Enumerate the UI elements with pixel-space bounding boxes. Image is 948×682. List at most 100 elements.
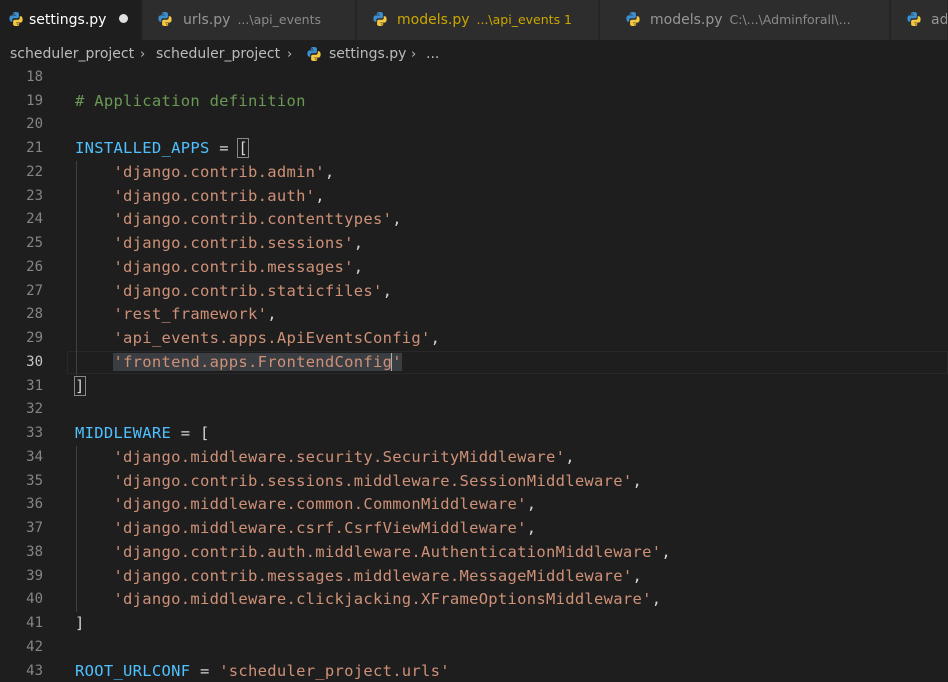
breadcrumb: scheduler_project › scheduler_project › …	[0, 40, 948, 69]
code-token: ,	[382, 281, 393, 300]
code-token: [	[199, 424, 210, 443]
code-token: 'frontend.apps.FrontendConfig	[113, 352, 393, 371]
code-line[interactable]: 27 'django.contrib.staticfiles',	[0, 279, 948, 304]
code-text: 'django.contrib.sessions.middleware.Sess…	[75, 470, 642, 494]
code-token: ,	[353, 257, 364, 276]
line-number: 27	[26, 282, 43, 299]
line-number: 28	[26, 306, 43, 323]
code-token: MIDDLEWARE	[75, 424, 172, 443]
line-number: 25	[26, 235, 43, 252]
breadcrumb-item-symbol[interactable]: ...	[426, 40, 439, 69]
code-token: 'django.contrib.messages.middleware.Mess…	[75, 566, 633, 585]
python-file-icon	[158, 12, 172, 26]
code-line[interactable]: 40 'django.middleware.clickjacking.XFram…	[0, 588, 948, 612]
code-token: =	[171, 424, 200, 443]
code-line[interactable]: 33 MIDDLEWARE = [	[0, 422, 948, 446]
code-token: 'scheduler_project.urls'	[219, 661, 450, 680]
tab-bar: settings.py urls.py ...\api_events models…	[0, 0, 948, 40]
code-token: =	[209, 139, 239, 158]
line-number: 40	[26, 591, 43, 608]
code-text: ]	[74, 375, 86, 399]
code-text: 'django.middleware.common.CommonMiddlewa…	[75, 493, 536, 517]
code-token: INSTALLED_APPS	[75, 139, 210, 158]
code-token: '	[392, 352, 402, 371]
line-number: 42	[26, 638, 43, 655]
code-line[interactable]: 23 'django.contrib.auth',	[0, 184, 948, 209]
tab-filename: urls.py	[183, 12, 231, 28]
code-text: 'django.contrib.staticfiles',	[75, 280, 392, 304]
tab-models-py-adminforall[interactable]: models.py C:\...\Adminforall\...	[600, 0, 890, 40]
python-file-icon	[907, 12, 921, 26]
code-text: MIDDLEWARE = [	[75, 422, 210, 446]
line-number: 39	[26, 567, 43, 584]
code-line[interactable]: 35 'django.contrib.sessions.middleware.S…	[0, 469, 948, 494]
breadcrumb-item-file[interactable]: settings.py	[329, 40, 406, 69]
code-token: 'django.contrib.contenttypes'	[75, 210, 393, 229]
tab-label: settings.py	[29, 12, 107, 28]
tab-settings-py[interactable]: settings.py	[0, 0, 142, 40]
line-number: 26	[26, 258, 43, 275]
code-token: 'django.contrib.staticfiles'	[75, 281, 383, 300]
code-line[interactable]: 32	[0, 398, 948, 422]
unsaved-dot-icon[interactable]	[119, 14, 128, 23]
code-text: # Application definition	[75, 90, 306, 114]
code-text: 'django.contrib.sessions',	[75, 232, 363, 256]
code-line[interactable]: 31]	[0, 375, 948, 399]
code-line[interactable]: 28 'rest_framework',	[0, 303, 948, 328]
code-token: 'django.middleware.security.SecurityMidd…	[75, 447, 566, 466]
code-line[interactable]: 41]	[0, 612, 948, 636]
breadcrumb-separator-icon: ›	[411, 47, 417, 62]
code-line[interactable]: 29 'api_events.apps.ApiEventsConfig',	[0, 327, 948, 351]
code-line[interactable]: 21 INSTALLED_APPS = [	[0, 137, 948, 161]
breadcrumb-item-folder[interactable]: scheduler_project	[10, 40, 134, 69]
code-token: 'django.middleware.csrf.CsrfViewMiddlewa…	[75, 519, 527, 538]
line-number: 38	[26, 543, 43, 560]
tab-ad[interactable]: ad	[891, 0, 948, 40]
code-line[interactable]: 20	[0, 113, 948, 137]
code-token: ,	[526, 519, 537, 538]
line-number: 43	[26, 662, 43, 679]
code-line[interactable]: 25 'django.contrib.sessions',	[0, 232, 948, 256]
code-line[interactable]: 22 'django.contrib.admin',	[0, 160, 948, 185]
code-line[interactable]: 26 'django.contrib.messages',	[0, 255, 948, 280]
code-token: ROOT_URLCONF	[75, 661, 191, 680]
python-file-icon	[626, 12, 640, 26]
code-line[interactable]: 37 'django.middleware.csrf.CsrfViewMiddl…	[0, 517, 948, 541]
code-text: ROOT_URLCONF = 'scheduler_project.urls'	[75, 660, 450, 682]
code-text: 'django.middleware.csrf.CsrfViewMiddlewa…	[75, 517, 536, 541]
code-token: ]	[75, 614, 85, 633]
code-line[interactable]: 18	[0, 69, 948, 90]
code-editor[interactable]: 18 19 # Application definition 20 21 INSTALLE…	[0, 69, 948, 682]
code-line[interactable]: 42	[0, 636, 948, 660]
code-token: 'django.contrib.auth'	[75, 186, 316, 205]
code-token: 'api_events.apps.ApiEventsConfig'	[75, 329, 431, 348]
line-number: 36	[26, 496, 43, 513]
code-text: 'django.contrib.auth.middleware.Authenti…	[75, 541, 671, 565]
code-token: [	[237, 138, 250, 159]
code-text: 'django.contrib.admin',	[75, 161, 335, 185]
code-token: 'django.contrib.admin'	[75, 162, 325, 181]
line-number: 24	[26, 211, 43, 228]
code-line[interactable]: 24 'django.contrib.contenttypes',	[0, 208, 948, 233]
code-token: 'django.middleware.common.CommonMiddlewa…	[75, 495, 527, 514]
code-line[interactable]: 38 'django.contrib.auth.middleware.Authe…	[0, 540, 948, 565]
code-line[interactable]: 19 # Application definition	[0, 90, 948, 114]
code-token: 'django.contrib.messages'	[75, 257, 354, 276]
code-line[interactable]: 30 'frontend.apps.FrontendConfig'	[0, 350, 948, 375]
code-line[interactable]: 39 'django.contrib.messages.middleware.M…	[0, 564, 948, 589]
tab-urls-py[interactable]: urls.py ...\api_events	[143, 0, 356, 40]
tab-label: urls.py ...\api_events	[183, 0, 321, 40]
code-token: 'django.contrib.sessions.middleware.Sess…	[75, 471, 633, 490]
code-text: 'django.middleware.clickjacking.XFrameOp…	[75, 588, 661, 612]
tab-models-py-api-events[interactable]: models.py ...\api_events 1	[357, 0, 599, 40]
code-text: 'django.middleware.security.SecurityMidd…	[75, 446, 575, 470]
breadcrumb-item-folder[interactable]: scheduler_project	[156, 40, 280, 69]
code-line[interactable]: 36 'django.middleware.common.CommonMiddl…	[0, 493, 948, 518]
tab-description: ...\api_events	[237, 12, 322, 27]
code-token: ,	[565, 447, 575, 466]
code-token: ,	[353, 234, 364, 253]
tab-filename: models.py	[397, 12, 470, 28]
code-token: # Application definition	[75, 91, 306, 110]
code-line[interactable]: 43 ROOT_URLCONF = 'scheduler_project.urls…	[0, 660, 948, 682]
code-line[interactable]: 34 'django.middleware.security.SecurityM…	[0, 445, 948, 470]
